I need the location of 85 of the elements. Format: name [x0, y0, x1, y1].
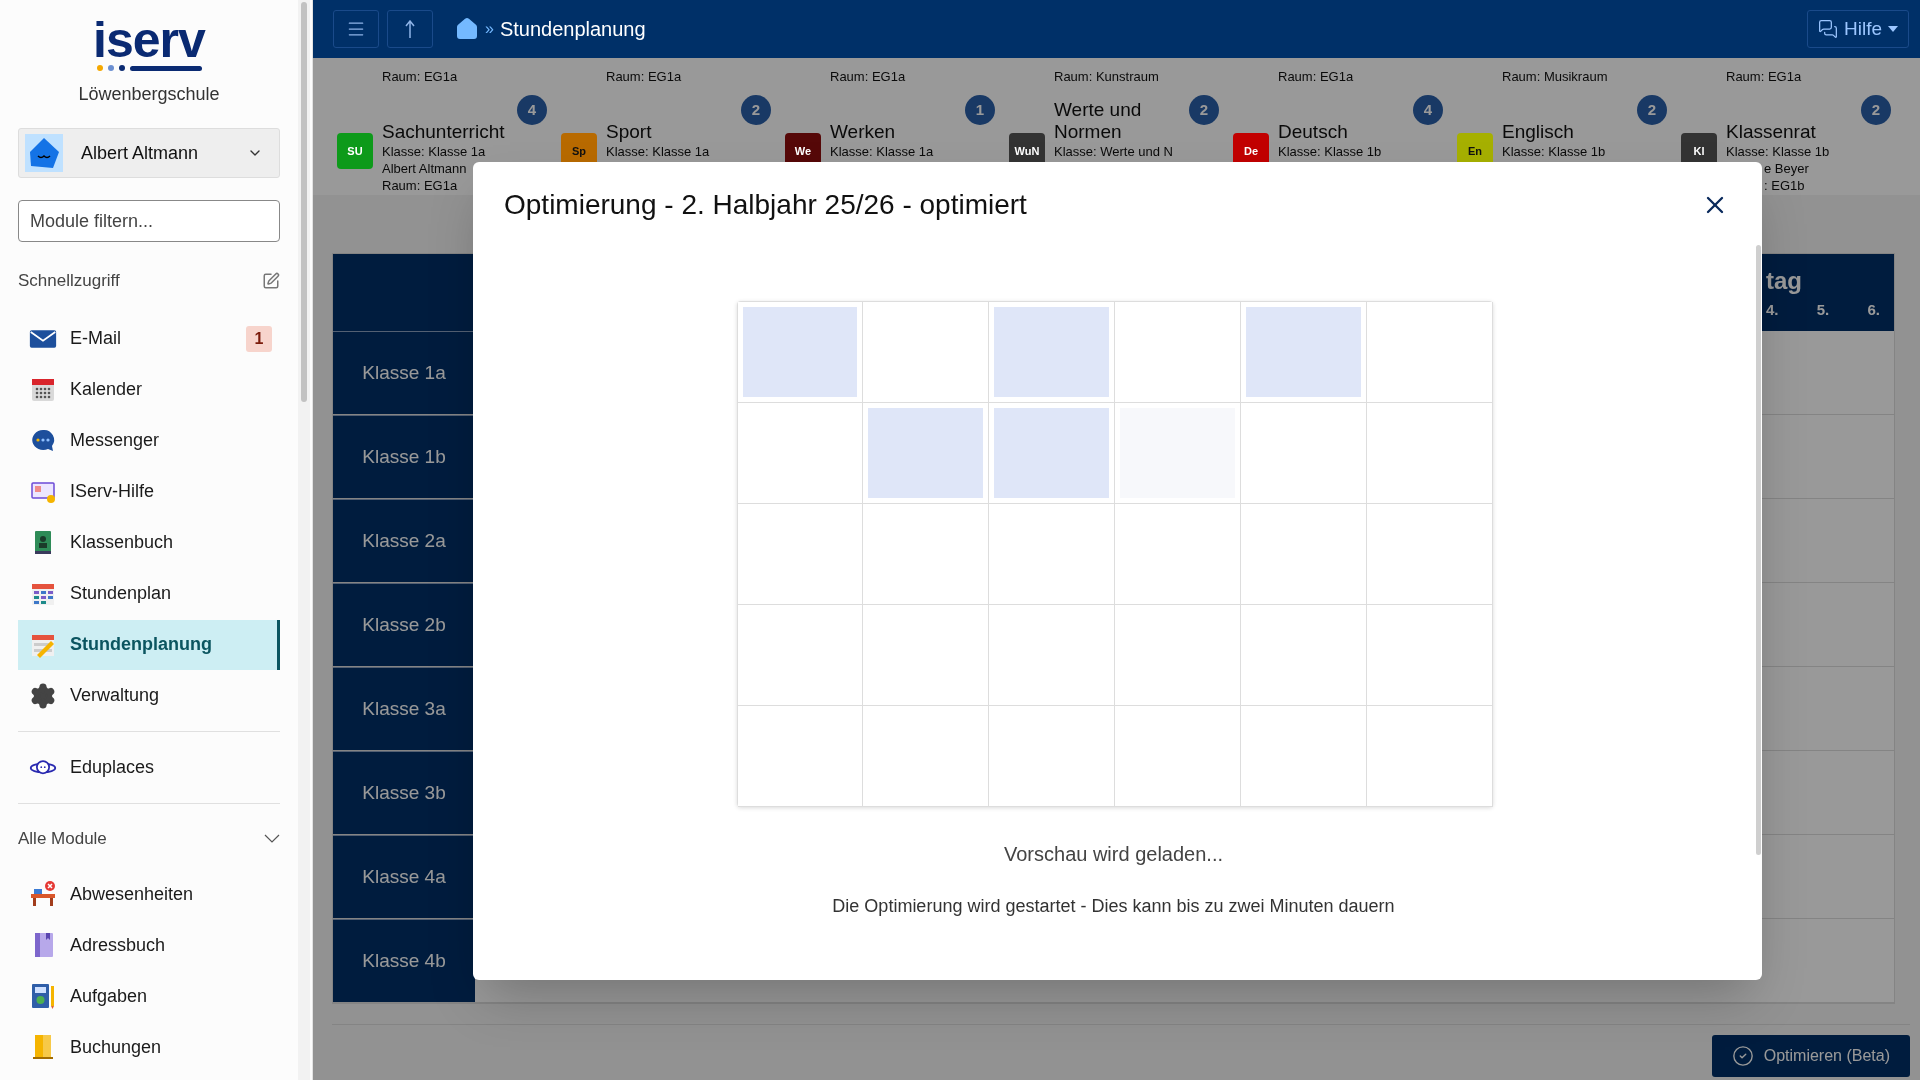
lesson-detail: Raum: EG1a — [382, 177, 459, 194]
lesson-title: Sport — [606, 121, 653, 143]
lesson-detail: Klasse: Klasse 1b — [1278, 143, 1383, 160]
scrollbar[interactable] — [1756, 245, 1761, 855]
subject-badge: SU — [337, 133, 373, 169]
lesson-detail: Klasse: Werte und N — [1054, 143, 1174, 160]
count-badge: 4 — [1413, 95, 1443, 125]
period-header: 5. — [1816, 300, 1830, 321]
section-heading: Schnellzugriff — [18, 270, 120, 292]
page-title: Stundenplanung — [499, 17, 646, 42]
lesson-detail: Raum: EG1a — [606, 69, 682, 84]
unread-badge: 1 — [246, 325, 272, 352]
lesson-title: Klassenrat — [1726, 121, 1817, 143]
lesson-title: Werken — [830, 121, 897, 143]
class-label: Klasse 2b — [362, 612, 446, 637]
class-label: Klasse 4a — [362, 864, 446, 889]
module-filter-field[interactable]: Module filtern... — [18, 200, 280, 242]
sidebar-item[interactable]: E-Mail 1 — [18, 313, 280, 364]
optimize-button[interactable]: Optimieren (Beta) — [1711, 1035, 1910, 1077]
lesson-title: Sachunterricht — [382, 121, 506, 143]
lesson-detail: Klasse: Klasse 1a — [830, 143, 935, 160]
class-label: Klasse 1b — [362, 444, 446, 469]
up-button[interactable] — [387, 10, 433, 48]
sidebar-item[interactable]: Abwesenheiten — [18, 869, 280, 919]
school-name: Löwenbergschule — [78, 83, 220, 106]
lesson-title: Englisch — [1502, 121, 1575, 143]
period-header: 4. — [1766, 300, 1779, 321]
lesson-detail: Klasse: Klasse 1b — [1726, 143, 1831, 160]
check-circle-icon — [1731, 1045, 1754, 1067]
lesson-detail: Raum: Musikraum — [1502, 69, 1608, 84]
sidebar-item[interactable]: Aufgaben — [18, 971, 280, 1021]
lesson-detail: e Beyer — [1763, 160, 1810, 177]
module-icon — [28, 879, 58, 909]
breadcrumb-separator: » — [485, 19, 494, 39]
lesson-detail: Klasse: Klasse 1a — [382, 143, 487, 160]
help-button[interactable]: Hilfe — [1807, 10, 1909, 48]
edit-icon[interactable] — [262, 271, 280, 290]
home-icon[interactable] — [455, 17, 479, 41]
scrollbar[interactable] — [298, 0, 310, 1080]
count-badge: 4 — [517, 95, 547, 125]
class-label: Klasse 4b — [362, 948, 446, 973]
user-menu-button[interactable]: Albert Altmann — [18, 128, 280, 178]
lesson-detail: Albert Altmann — [382, 160, 468, 177]
up-arrow-icon — [405, 20, 415, 38]
sidebar-item[interactable]: Buchungen — [18, 1022, 280, 1072]
class-label: Klasse 2a — [362, 528, 446, 553]
class-label: Klasse 1a — [362, 360, 446, 385]
class-label: Klasse 3a — [362, 696, 446, 721]
dialog-title: Optimierung - 2. Halbjahr 25/26 - optimiert — [504, 188, 1027, 222]
count-badge: 2 — [1861, 95, 1891, 125]
lesson-detail: Klasse: Klasse 1b — [1502, 143, 1607, 160]
lesson-detail: : EG1b — [1763, 177, 1806, 194]
sidebar-item[interactable]: Verwaltung — [18, 670, 280, 721]
lesson-detail: Klasse: Klasse 1a — [606, 143, 711, 160]
lesson-title: Werte und Normen — [1054, 99, 1143, 143]
period-header: 6. — [1867, 300, 1880, 321]
lesson-detail: Raum: EG1a — [1726, 69, 1802, 84]
iserv-logo[interactable]: iserv — [93, 18, 205, 71]
lesson-detail: Raum: EG1a — [1278, 69, 1354, 84]
sidebar-item[interactable]: Stundenplanung — [18, 619, 280, 670]
count-badge: 1 — [965, 95, 995, 125]
avatar-icon — [25, 134, 63, 172]
caret-icon — [1888, 26, 1898, 32]
chat-bubbles-icon — [1818, 19, 1838, 39]
sidebar-item[interactable]: Messenger — [18, 415, 280, 466]
sidebar-item[interactable]: Stundenplan — [18, 568, 280, 619]
menu-button[interactable] — [333, 10, 379, 48]
count-badge: 2 — [741, 95, 771, 125]
sidebar-item[interactable]: Klassenbuch — [18, 517, 280, 568]
sidebar-item[interactable]: Adressbuch — [18, 920, 280, 970]
count-badge: 2 — [1189, 95, 1219, 125]
loading-status: Vorschau wird geladen... — [1004, 842, 1223, 867]
lesson-detail: Raum: Kunstraum — [1054, 69, 1159, 84]
day-header: tag — [1766, 266, 1803, 297]
all-modules-toggle[interactable]: Alle Module — [18, 802, 280, 869]
lesson-detail: Raum: EG1a — [830, 69, 906, 84]
count-badge: 2 — [1637, 95, 1667, 125]
chevron-icon — [264, 833, 280, 843]
lesson-title: Deutsch — [1278, 121, 1349, 143]
sidebar-item[interactable]: IServ-Hilfe — [18, 466, 280, 517]
info-message: Die Optimierung wird gestartet - Dies kann bis zu zwei Minuten dauern — [832, 895, 1395, 918]
class-label: Klasse 3b — [362, 780, 446, 805]
lesson-detail: Raum: EG1a — [382, 69, 458, 84]
sidebar-item[interactable]: Eduplaces — [18, 742, 280, 793]
sidebar-item[interactable]: Kalender — [18, 364, 280, 415]
